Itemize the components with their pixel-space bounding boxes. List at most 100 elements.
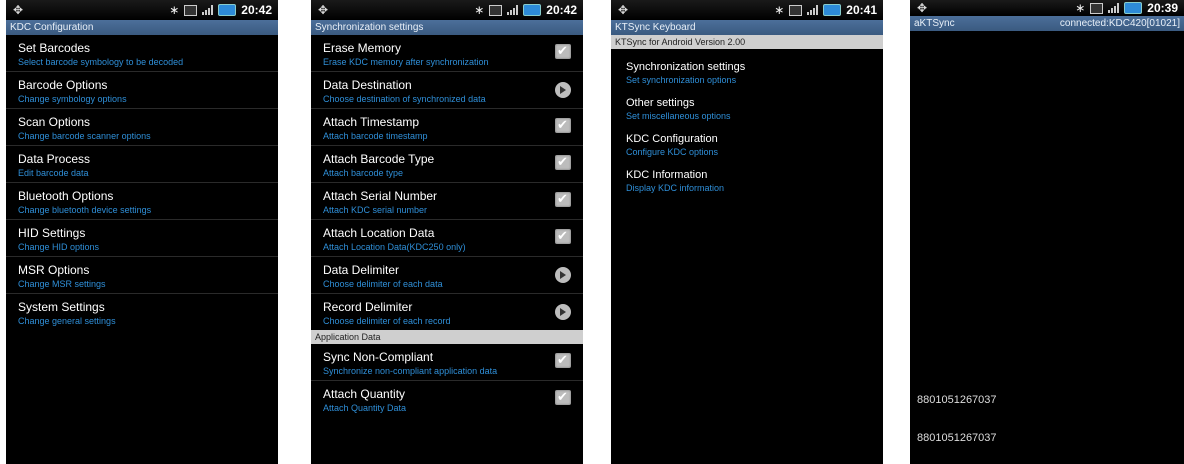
item-subtitle: Edit barcode data	[18, 168, 89, 178]
checkbox-checked-icon[interactable]	[555, 117, 571, 133]
checkbox-checked-icon[interactable]	[555, 191, 571, 207]
clock: 20:42	[546, 3, 577, 17]
menu-item-other-settings[interactable]: Other settings Set miscellaneous options	[611, 89, 883, 125]
item-subtitle: Choose delimiter of each data	[323, 279, 443, 289]
status-bar: ✥ ∗ 20:42	[6, 0, 278, 20]
item-title: Data Delimiter	[323, 263, 400, 277]
setting-data-destination[interactable]: Data Destination Choose destination of sy…	[311, 72, 583, 109]
item-title: Sync Non-Compliant	[323, 350, 434, 364]
item-title: Scan Options	[18, 115, 91, 129]
menu-item-scan-options[interactable]: Scan Options Change barcode scanner optio…	[6, 109, 278, 146]
item-title: Other settings	[626, 97, 695, 109]
setting-attach-barcode-type[interactable]: Attach Barcode Type Attach barcode type	[311, 146, 583, 183]
setting-sync-non-compliant[interactable]: Sync Non-Compliant Synchronize non-compli…	[311, 344, 583, 381]
menu-item-data-process[interactable]: Data Process Edit barcode data	[6, 146, 278, 183]
battery-icon	[1124, 2, 1143, 14]
item-subtitle: Erase KDC memory after synchronization	[323, 57, 489, 67]
item-title: Attach Location Data	[323, 226, 435, 240]
setting-attach-quantity[interactable]: Attach Quantity Attach Quantity Data	[311, 381, 583, 417]
checkbox-checked-icon[interactable]	[555, 43, 571, 59]
item-title: Attach Barcode Type	[323, 152, 435, 166]
menu-item-bluetooth-options[interactable]: Bluetooth Options Change bluetooth device…	[6, 183, 278, 220]
checkbox-checked-icon[interactable]	[555, 352, 571, 368]
version-header: KTSync for Android Version 2.00	[611, 35, 883, 49]
status-bar: ✥ ∗ 20:42	[311, 0, 583, 20]
setting-data-delimiter[interactable]: Data Delimiter Choose delimiter of each d…	[311, 257, 583, 294]
bluetooth-icon: ∗	[1075, 1, 1086, 15]
scanned-barcode: 8801051267037	[917, 432, 997, 444]
setting-record-delimiter[interactable]: Record Delimiter Choose delimiter of each…	[311, 294, 583, 330]
section-header-application-data: Application Data	[311, 330, 583, 344]
chevron-right-icon[interactable]	[555, 267, 571, 283]
chevron-right-icon[interactable]	[555, 82, 571, 98]
menu-item-kdc-configuration[interactable]: KDC Configuration Configure KDC options	[611, 125, 883, 161]
setting-erase-memory[interactable]: Erase Memory Erase KDC memory after synch…	[311, 35, 583, 72]
menu-item-synchronization-settings[interactable]: Synchronization settings Set synchronizat…	[611, 53, 883, 89]
battery-icon	[823, 4, 842, 16]
item-subtitle: Choose destination of synchronized data	[323, 94, 486, 104]
usb-icon: ✥	[13, 3, 24, 17]
usb-icon: ✥	[917, 1, 928, 15]
screen-title: Synchronization settings	[311, 20, 583, 35]
usb-icon: ✥	[318, 3, 329, 17]
signal-icon	[507, 5, 519, 15]
item-title: Bluetooth Options	[18, 189, 114, 203]
setting-attach-serial-number[interactable]: Attach Serial Number Attach KDC serial nu…	[311, 183, 583, 220]
item-title: Attach Serial Number	[323, 189, 438, 203]
item-subtitle: Attach Location Data(KDC250 only)	[323, 242, 466, 252]
item-subtitle: Change HID options	[18, 242, 100, 252]
menu-item-hid-settings[interactable]: HID Settings Change HID options	[6, 220, 278, 257]
item-title: Attach Quantity	[323, 387, 406, 401]
item-title: Data Process	[18, 152, 91, 166]
chevron-right-icon[interactable]	[555, 304, 571, 320]
item-title: Data Destination	[323, 78, 412, 92]
item-subtitle: Change symbology options	[18, 94, 127, 104]
setting-attach-location-data[interactable]: Attach Location Data Attach Location Data…	[311, 220, 583, 257]
bluetooth-icon: ∗	[474, 3, 485, 17]
clock: 20:39	[1147, 1, 1178, 15]
item-title: Record Delimiter	[323, 300, 413, 314]
item-subtitle: Configure KDC options	[626, 147, 719, 157]
clock: 20:42	[241, 3, 272, 17]
item-title: Set Barcodes	[18, 41, 91, 55]
battery-icon	[523, 4, 542, 16]
phone-screen-ktsync-keyboard: ✥ ∗ 20:41 KTSync Keyboard KTSync for And…	[611, 0, 883, 464]
signal-icon	[202, 5, 214, 15]
sd-card-icon	[489, 4, 503, 16]
item-subtitle: Attach barcode type	[323, 168, 404, 178]
app-title-bar: aKTSync connected:KDC420[01021]	[910, 16, 1184, 31]
item-subtitle: Change MSR settings	[18, 279, 106, 289]
app-title: aKTSync	[914, 18, 955, 29]
checkbox-checked-icon[interactable]	[555, 228, 571, 244]
checkbox-checked-icon[interactable]	[555, 154, 571, 170]
item-title: Synchronization settings	[626, 61, 746, 73]
item-subtitle: Set miscellaneous options	[626, 111, 731, 121]
menu-item-system-settings[interactable]: System Settings Change general settings	[6, 294, 278, 330]
item-title: HID Settings	[18, 226, 86, 240]
item-title: Attach Timestamp	[323, 115, 420, 129]
item-subtitle: Attach barcode timestamp	[323, 131, 428, 141]
sd-card-icon	[184, 4, 198, 16]
item-title: MSR Options	[18, 263, 90, 277]
menu-item-msr-options[interactable]: MSR Options Change MSR settings	[6, 257, 278, 294]
checkbox-checked-icon[interactable]	[555, 389, 571, 405]
bluetooth-icon: ∗	[774, 3, 785, 17]
screen-title: KDC Configuration	[6, 20, 278, 35]
item-subtitle: Set synchronization options	[626, 75, 737, 85]
item-title: Barcode Options	[18, 78, 108, 92]
item-subtitle: Change general settings	[18, 316, 116, 326]
item-subtitle: Change barcode scanner options	[18, 131, 151, 141]
item-subtitle: Attach KDC serial number	[323, 205, 428, 215]
item-subtitle: Choose delimiter of each record	[323, 316, 451, 326]
status-bar: ✥ ∗ 20:39	[910, 0, 1184, 16]
menu-item-set-barcodes[interactable]: Set Barcodes Select barcode symbology to …	[6, 35, 278, 72]
phone-screen-kdc-configuration: ✥ ∗ 20:42 KDC Configuration Set Barcodes…	[6, 0, 278, 464]
item-title: KDC Information	[626, 169, 708, 181]
clock: 20:41	[846, 3, 877, 17]
item-title: Erase Memory	[323, 41, 402, 55]
menu-item-barcode-options[interactable]: Barcode Options Change symbology options	[6, 72, 278, 109]
screen-title: KTSync Keyboard	[611, 20, 883, 35]
usb-icon: ✥	[618, 3, 629, 17]
menu-item-kdc-information[interactable]: KDC Information Display KDC information	[611, 161, 883, 197]
setting-attach-timestamp[interactable]: Attach Timestamp Attach barcode timestamp	[311, 109, 583, 146]
